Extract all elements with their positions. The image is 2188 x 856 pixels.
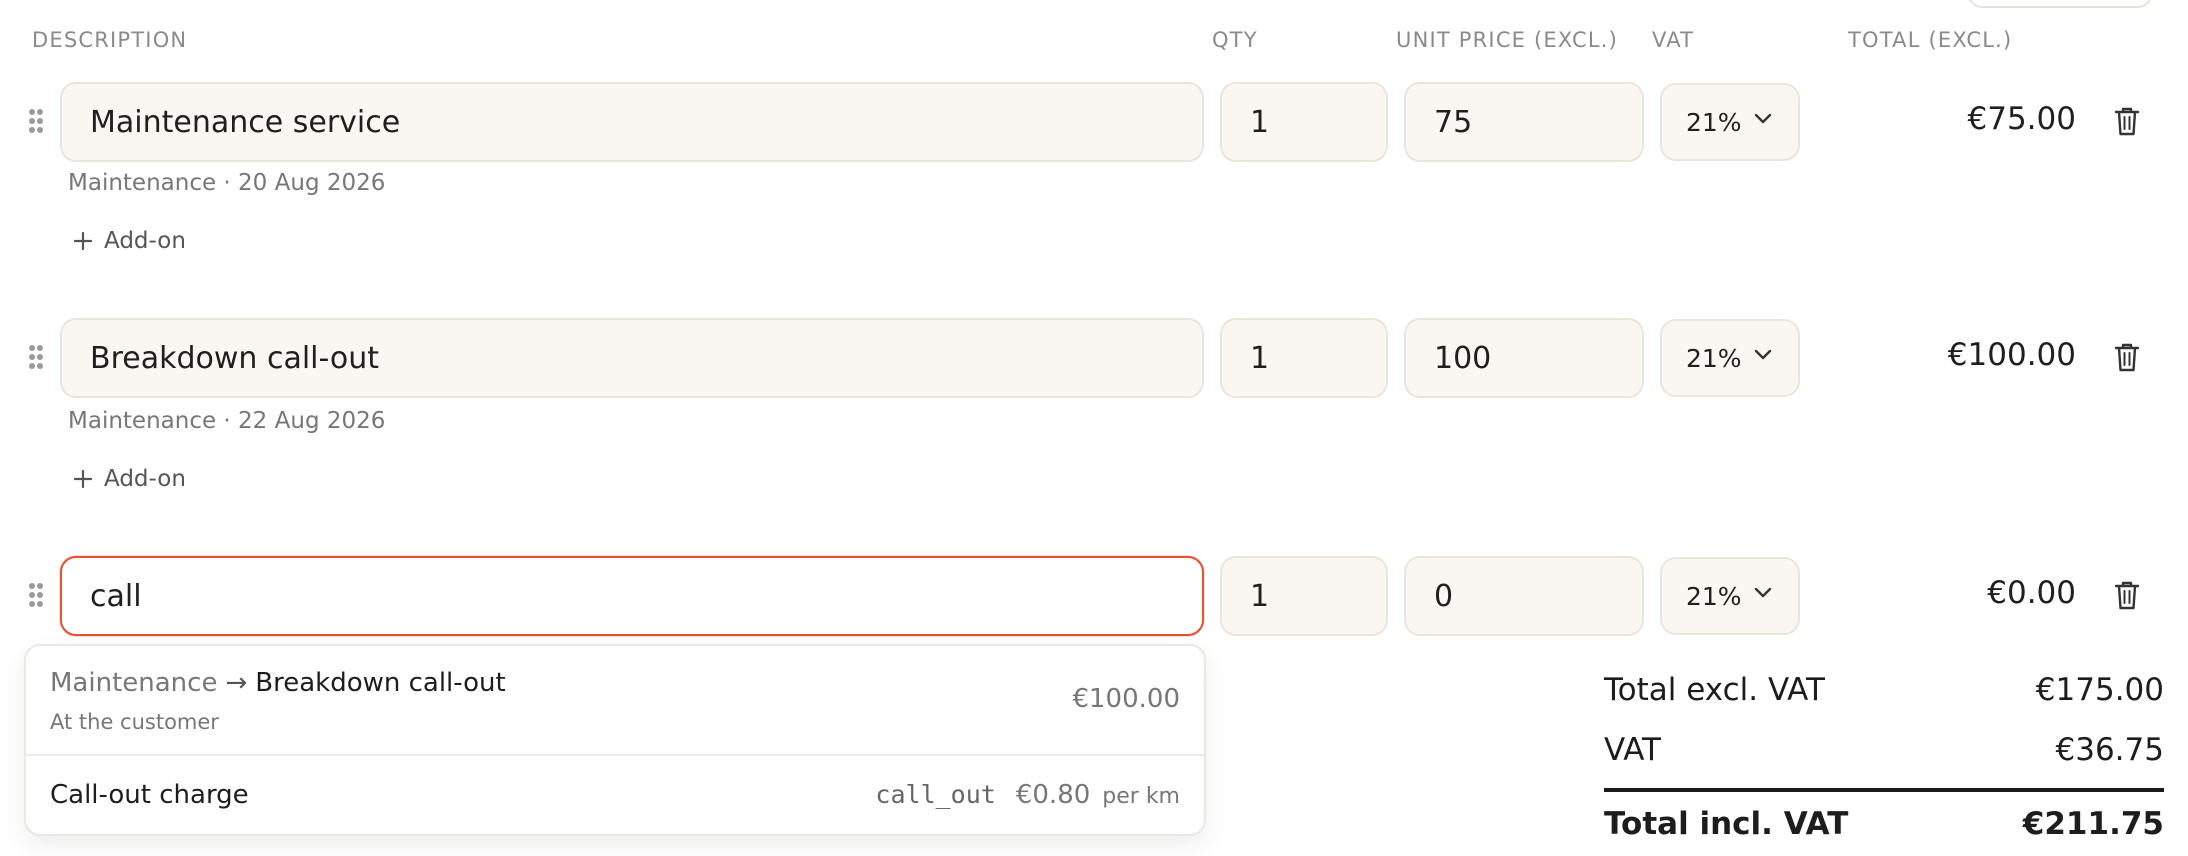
drag-handle-icon[interactable] <box>28 344 44 370</box>
add-on-button[interactable]: Add-on <box>74 228 186 254</box>
trash-icon[interactable] <box>2114 580 2140 610</box>
description-value: Breakdown call-out <box>90 340 380 376</box>
header-button-edge[interactable] <box>1968 0 2152 8</box>
total-incl-vat-value: €211.75 <box>2022 806 2164 842</box>
suggestion-subtitle: At the customer <box>50 710 219 734</box>
description-value: call <box>90 578 142 614</box>
unit-price-input[interactable]: 0 <box>1404 556 1644 636</box>
chevron-down-icon <box>1754 349 1772 360</box>
add-on-label: Add-on <box>104 466 186 492</box>
vat-value: 21% <box>1686 343 1742 373</box>
vat-value: 21% <box>1686 107 1742 137</box>
vat-label: VAT <box>1604 732 1661 768</box>
suggestion-code: call_out <box>875 780 996 809</box>
totals-divider <box>1604 788 2164 792</box>
arrow-right-icon: → <box>225 668 248 698</box>
description-input[interactable]: Breakdown call-out <box>60 318 1204 398</box>
column-header-unit-price: UNIT PRICE (EXCL.) <box>1396 28 1618 52</box>
line-total: €75.00 <box>1967 101 2076 137</box>
vat-select[interactable]: 21% <box>1660 83 1800 161</box>
line-total: €0.00 <box>1987 575 2076 611</box>
suggestion-item[interactable]: Call-out charge call_out €0.80 per km <box>26 756 1204 832</box>
qty-input[interactable]: 1 <box>1220 556 1388 636</box>
line-meta: Maintenance · 22 Aug 2026 <box>68 408 386 434</box>
drag-handle-icon[interactable] <box>28 582 44 608</box>
unit-price-value: 0 <box>1434 578 1454 614</box>
description-value: Maintenance service <box>90 104 401 140</box>
column-header-vat: VAT <box>1652 28 1695 52</box>
total-excl-vat-label: Total excl. VAT <box>1604 672 1825 708</box>
suggestion-item[interactable]: Maintenance → Breakdown call-out At the … <box>26 646 1204 756</box>
suggestion-price: €100.00 <box>1072 684 1180 714</box>
add-on-button[interactable]: Add-on <box>74 466 186 492</box>
qty-input[interactable]: 1 <box>1220 82 1388 162</box>
qty-value: 1 <box>1250 578 1270 614</box>
trash-icon[interactable] <box>2114 106 2140 136</box>
plus-icon <box>74 470 92 488</box>
column-header-description: DESCRIPTION <box>32 28 188 52</box>
suggestion-category: Maintenance <box>50 668 218 698</box>
qty-value: 1 <box>1250 340 1270 376</box>
line-total: €100.00 <box>1947 337 2076 373</box>
suggestion-price: €0.80 <box>1015 780 1091 810</box>
drag-handle-icon[interactable] <box>28 108 44 134</box>
qty-value: 1 <box>1250 104 1270 140</box>
suggestion-name: Breakdown call-out <box>255 668 506 698</box>
unit-price-value: 75 <box>1434 104 1473 140</box>
plus-icon <box>74 232 92 250</box>
total-incl-vat-label: Total incl. VAT <box>1604 806 1849 842</box>
qty-input[interactable]: 1 <box>1220 318 1388 398</box>
vat-value: 21% <box>1686 581 1742 611</box>
unit-price-input[interactable]: 75 <box>1404 82 1644 162</box>
unit-price-input[interactable]: 100 <box>1404 318 1644 398</box>
description-input[interactable]: call <box>60 556 1204 636</box>
suggestion-name: Call-out charge <box>50 780 249 810</box>
trash-icon[interactable] <box>2114 342 2140 372</box>
chevron-down-icon <box>1754 587 1772 598</box>
vat-value: €36.75 <box>2055 732 2164 768</box>
column-header-total: TOTAL (EXCL.) <box>1848 28 2013 52</box>
suggestion-unit: per km <box>1102 784 1180 809</box>
chevron-down-icon <box>1754 113 1772 124</box>
vat-select[interactable]: 21% <box>1660 557 1800 635</box>
suggestions-dropdown: Maintenance → Breakdown call-out At the … <box>24 644 1206 836</box>
add-on-label: Add-on <box>104 228 186 254</box>
column-header-qty: QTY <box>1212 28 1258 52</box>
unit-price-value: 100 <box>1434 340 1492 376</box>
vat-select[interactable]: 21% <box>1660 319 1800 397</box>
total-excl-vat-value: €175.00 <box>2035 672 2164 708</box>
description-input[interactable]: Maintenance service <box>60 82 1204 162</box>
line-meta: Maintenance · 20 Aug 2026 <box>68 170 386 196</box>
